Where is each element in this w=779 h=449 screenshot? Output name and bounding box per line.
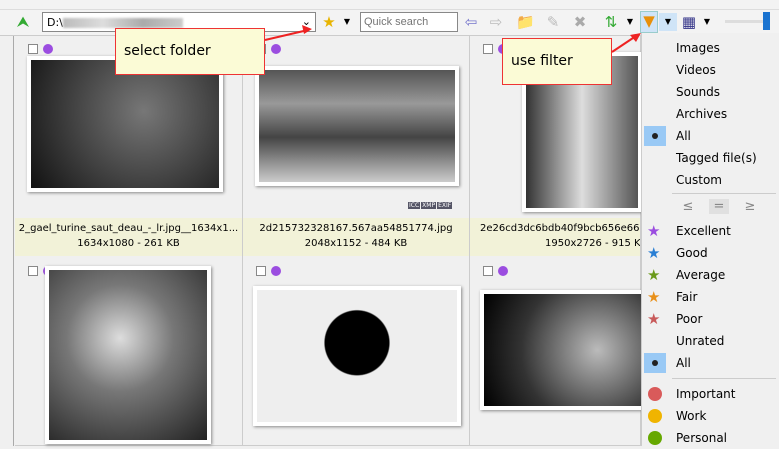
menu-item-videos[interactable]: Videos [642, 59, 779, 81]
menu-item-unrated[interactable]: Unrated [642, 330, 779, 352]
menu-separator [672, 378, 776, 379]
compare-greater-equal[interactable]: ≥ [740, 199, 760, 214]
label-work-icon [648, 409, 662, 423]
menu-item-work[interactable]: Work [642, 405, 779, 427]
arrowhead [302, 25, 312, 34]
menu-separator [672, 193, 776, 194]
menu-label: Poor [676, 312, 703, 326]
menu-item-sounds[interactable]: Sounds [642, 81, 779, 103]
menu-item-average[interactable]: ★ Average [642, 264, 779, 286]
menu-label: All [676, 356, 691, 370]
menu-label: Archives [676, 107, 728, 121]
menu-item-good[interactable]: ★ Good [642, 242, 779, 264]
menu-label: Personal [676, 431, 728, 445]
arrowhead [630, 33, 641, 42]
menu-label: Images [676, 41, 720, 55]
menu-label: Videos [676, 63, 716, 77]
menu-label: Excellent [676, 224, 731, 238]
menu-label: Average [676, 268, 726, 282]
star-excellent-icon: ★ [647, 222, 661, 240]
menu-label: Good [676, 246, 708, 260]
menu-item-fair[interactable]: ★ Fair [642, 286, 779, 308]
menu-item-archives[interactable]: Archives [642, 103, 779, 125]
compare-less-equal[interactable]: ≤ [678, 199, 698, 214]
menu-label: Fair [676, 290, 698, 304]
menu-item-custom[interactable]: Custom [642, 169, 779, 191]
menu-label: Sounds [676, 85, 721, 99]
filter-dropdown-menu: Images Videos Sounds Archives All Tagged… [641, 33, 779, 446]
menu-item-excellent[interactable]: ★ Excellent [642, 220, 779, 242]
menu-label: Work [676, 409, 707, 423]
compare-equal[interactable]: = [709, 199, 729, 214]
star-fair-icon: ★ [647, 288, 661, 306]
arrow-line [264, 29, 309, 41]
star-average-icon: ★ [647, 266, 661, 284]
menu-item-important[interactable]: Important [642, 383, 779, 405]
menu-item-images[interactable]: Images [642, 37, 779, 59]
selected-bullet-icon [644, 126, 666, 146]
menu-item-all-ratings[interactable]: All [642, 352, 779, 374]
menu-label: Unrated [676, 334, 725, 348]
menu-label: Important [676, 387, 736, 401]
menu-label: Custom [676, 173, 722, 187]
menu-label: Tagged file(s) [676, 151, 757, 165]
label-personal-icon [648, 431, 662, 445]
selected-bullet-icon [644, 353, 666, 373]
menu-item-poor[interactable]: ★ Poor [642, 308, 779, 330]
menu-label: All [676, 129, 691, 143]
menu-item-all-types[interactable]: All [642, 125, 779, 147]
star-good-icon: ★ [647, 244, 661, 262]
star-poor-icon: ★ [647, 310, 661, 328]
arrow-line [611, 35, 637, 53]
menu-item-tagged[interactable]: Tagged file(s) [642, 147, 779, 169]
label-important-icon [648, 387, 662, 401]
